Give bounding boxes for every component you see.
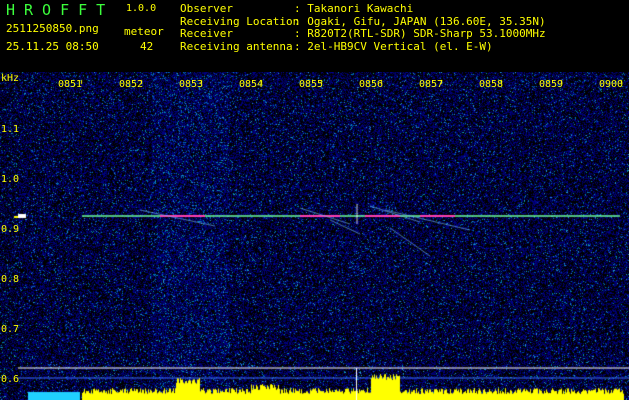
meteor-label: meteor: [124, 25, 164, 38]
receiver-key: Receiver: [180, 27, 233, 40]
station-info: Observer: Takanori Kawachi Receiving Loc…: [180, 2, 546, 54]
x-tick-label: 0858: [479, 79, 504, 90]
location-value: : Ogaki, Gifu, JAPAN (136.60E, 35.35N): [294, 14, 546, 28]
file-name: 2511250850.png: [6, 22, 99, 35]
x-tick-label: 0853: [179, 79, 204, 90]
x-tick-label: 0900: [599, 79, 624, 90]
app-version: 1.0.0: [126, 3, 157, 14]
y-tick-label: 0.6: [1, 374, 20, 385]
observer-key: Observer: [180, 2, 233, 15]
x-tick-label: 0851: [58, 79, 83, 90]
x-tick-label: 0856: [359, 79, 384, 90]
antenna-value: : 2el-HB9CV Vertical (el. E-W): [294, 39, 493, 53]
spectrogram-canvas: [0, 72, 629, 400]
receiver-value: : R820T2(RTL-SDR) SDR-Sharp 53.1000MHz: [294, 27, 546, 40]
header-panel: HROFFT 1.0.0 2511250850.png meteor 25.11…: [0, 0, 629, 72]
y-tick-label: 1.1: [1, 124, 20, 135]
meteor-count: 42: [140, 40, 154, 53]
observer-value: : Takanori Kawachi: [294, 2, 414, 15]
y-tick-label: 0.8: [1, 274, 20, 285]
y-tick-label: 1.0: [1, 174, 20, 185]
x-tick-label: 0854: [239, 79, 264, 90]
frequency-unit-label: kHz: [1, 73, 20, 84]
y-tick-label: 0.9: [1, 224, 20, 235]
antenna-key: Receiving antenna: [180, 39, 293, 53]
antenna-row: Receiving antenna: 2el-HB9CV Vertical (e…: [180, 39, 546, 54]
x-tick-label: 0857: [419, 79, 444, 90]
x-tick-label: 0855: [299, 79, 324, 90]
date-time: 25.11.25 08:50: [6, 40, 99, 53]
x-tick-label: 0859: [539, 79, 564, 90]
app-title: HROFFT: [6, 1, 115, 19]
y-tick-label: 0.7: [1, 324, 20, 335]
x-tick-label: 0852: [119, 79, 144, 90]
